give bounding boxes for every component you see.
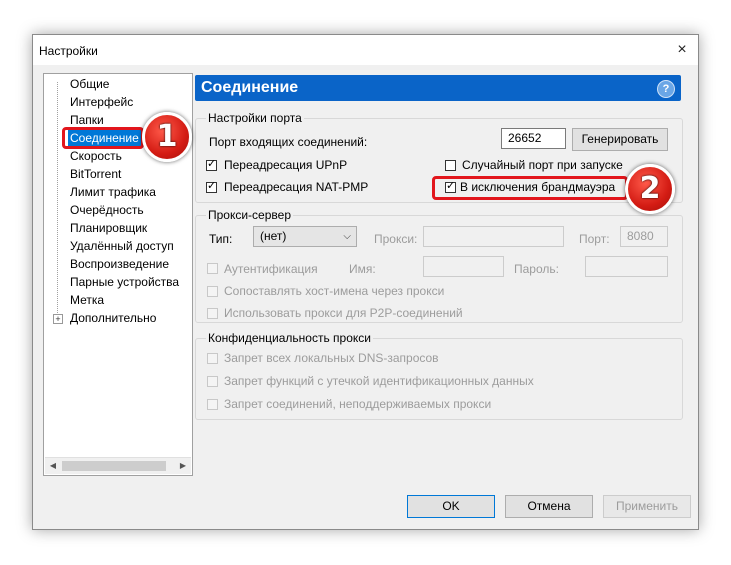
password-input[interactable] bbox=[585, 256, 668, 277]
proxy-group-title: Прокси-сервер bbox=[206, 208, 293, 222]
tree-item-traffic-limit[interactable]: Лимит трафика bbox=[68, 184, 158, 201]
tree-horizontal-scrollbar[interactable]: ◀ ▶ bbox=[45, 457, 191, 474]
help-icon[interactable]: ? bbox=[657, 80, 675, 98]
annotation-box-1 bbox=[62, 127, 144, 149]
scroll-right-icon[interactable]: ▶ bbox=[175, 458, 191, 474]
block-dns-label: Запрет всех локальных DNS-запросов bbox=[224, 351, 439, 365]
proxy-server-group: Прокси-сервер Тип: (нет) ⌵ Прокси: Порт:… bbox=[195, 208, 683, 323]
close-icon[interactable]: × bbox=[670, 39, 694, 61]
port-group-title: Настройки порта bbox=[206, 111, 304, 125]
natpmp-checkbox[interactable] bbox=[206, 182, 217, 193]
title-bar: Настройки × bbox=[33, 35, 698, 65]
proxy-type-select[interactable]: (нет) ⌵ bbox=[253, 226, 357, 247]
expand-icon[interactable]: + bbox=[53, 314, 63, 324]
incoming-port-label: Порт входящих соединений: bbox=[209, 135, 368, 149]
block-dns-checkbox[interactable] bbox=[207, 353, 218, 364]
tree-item-bittorrent[interactable]: BitTorrent bbox=[68, 166, 123, 183]
tree-item-remote-access[interactable]: Удалённый доступ bbox=[68, 238, 176, 255]
panel-title: Соединение bbox=[201, 79, 299, 96]
block-leak-label: Запрет функций с утечкой идентификационн… bbox=[224, 374, 534, 388]
random-port-checkbox[interactable] bbox=[445, 160, 456, 171]
chevron-down-icon: ⌵ bbox=[343, 231, 351, 242]
scroll-left-icon[interactable]: ◀ bbox=[45, 458, 61, 474]
username-label: Имя: bbox=[349, 262, 376, 276]
upnp-checkbox[interactable] bbox=[206, 160, 217, 171]
proxy-port-label: Порт: bbox=[579, 232, 610, 246]
p2p-proxy-checkbox[interactable] bbox=[207, 308, 218, 319]
annotation-badge-2: 2 bbox=[625, 164, 675, 214]
p2p-proxy-label: Использовать прокси для P2P-соединений bbox=[224, 306, 463, 320]
proxy-privacy-group: Конфиденциальность прокси Запрет всех ло… bbox=[195, 331, 683, 420]
ok-button[interactable]: OK bbox=[407, 495, 495, 518]
tree-item-label[interactable]: Метка bbox=[68, 292, 106, 309]
privacy-group-title: Конфиденциальность прокси bbox=[206, 331, 373, 345]
tree-item-scheduler[interactable]: Планировщик bbox=[68, 220, 149, 237]
settings-window: Настройки × Общие Интерфейс Папки Соедин… bbox=[32, 34, 699, 530]
password-label: Пароль: bbox=[514, 262, 559, 276]
tree-item-speed[interactable]: Скорость bbox=[68, 148, 124, 165]
natpmp-label: Переадресация NAT-PMP bbox=[224, 180, 369, 194]
tree-item-general[interactable]: Общие bbox=[68, 76, 111, 93]
proxy-host-input[interactable] bbox=[423, 226, 564, 247]
upnp-label: Переадресация UPnP bbox=[224, 158, 348, 172]
proxy-type-value: (нет) bbox=[260, 229, 287, 243]
tree-item-interface[interactable]: Интерфейс bbox=[68, 94, 135, 111]
tree-guide-line bbox=[57, 82, 68, 317]
cancel-button[interactable]: Отмена bbox=[505, 495, 593, 518]
block-unsupported-label: Запрет соединений, неподдерживаемых прок… bbox=[224, 397, 492, 411]
auth-label: Аутентификация bbox=[224, 262, 318, 276]
apply-button[interactable]: Применить bbox=[603, 495, 691, 518]
proxy-host-label: Прокси: bbox=[374, 232, 418, 246]
annotation-badge-1: 1 bbox=[142, 112, 192, 162]
tree-item-playback[interactable]: Воспроизведение bbox=[68, 256, 171, 273]
annotation-box-2 bbox=[432, 176, 628, 200]
resolve-hostnames-checkbox[interactable] bbox=[207, 286, 218, 297]
scroll-thumb[interactable] bbox=[62, 461, 166, 471]
tree-item-paired-devices[interactable]: Парные устройства bbox=[68, 274, 181, 291]
tree-item-queue[interactable]: Очерёдность bbox=[68, 202, 146, 219]
generate-button[interactable]: Генерировать bbox=[572, 128, 668, 151]
auth-checkbox[interactable] bbox=[207, 263, 218, 274]
random-port-label: Случайный порт при запуске bbox=[462, 158, 623, 172]
tree-item-advanced[interactable]: Дополнительно bbox=[68, 310, 158, 327]
resolve-hostnames-label: Сопоставлять хост-имена через прокси bbox=[224, 284, 445, 298]
proxy-port-input[interactable]: 8080 bbox=[620, 226, 668, 247]
block-leak-checkbox[interactable] bbox=[207, 376, 218, 387]
incoming-port-input[interactable]: 26652 bbox=[501, 128, 566, 149]
block-unsupported-checkbox[interactable] bbox=[207, 399, 218, 410]
username-input[interactable] bbox=[423, 256, 504, 277]
panel-header: Соединение ? bbox=[195, 75, 681, 101]
proxy-type-label: Тип: bbox=[209, 232, 233, 246]
window-title: Настройки bbox=[39, 44, 98, 58]
